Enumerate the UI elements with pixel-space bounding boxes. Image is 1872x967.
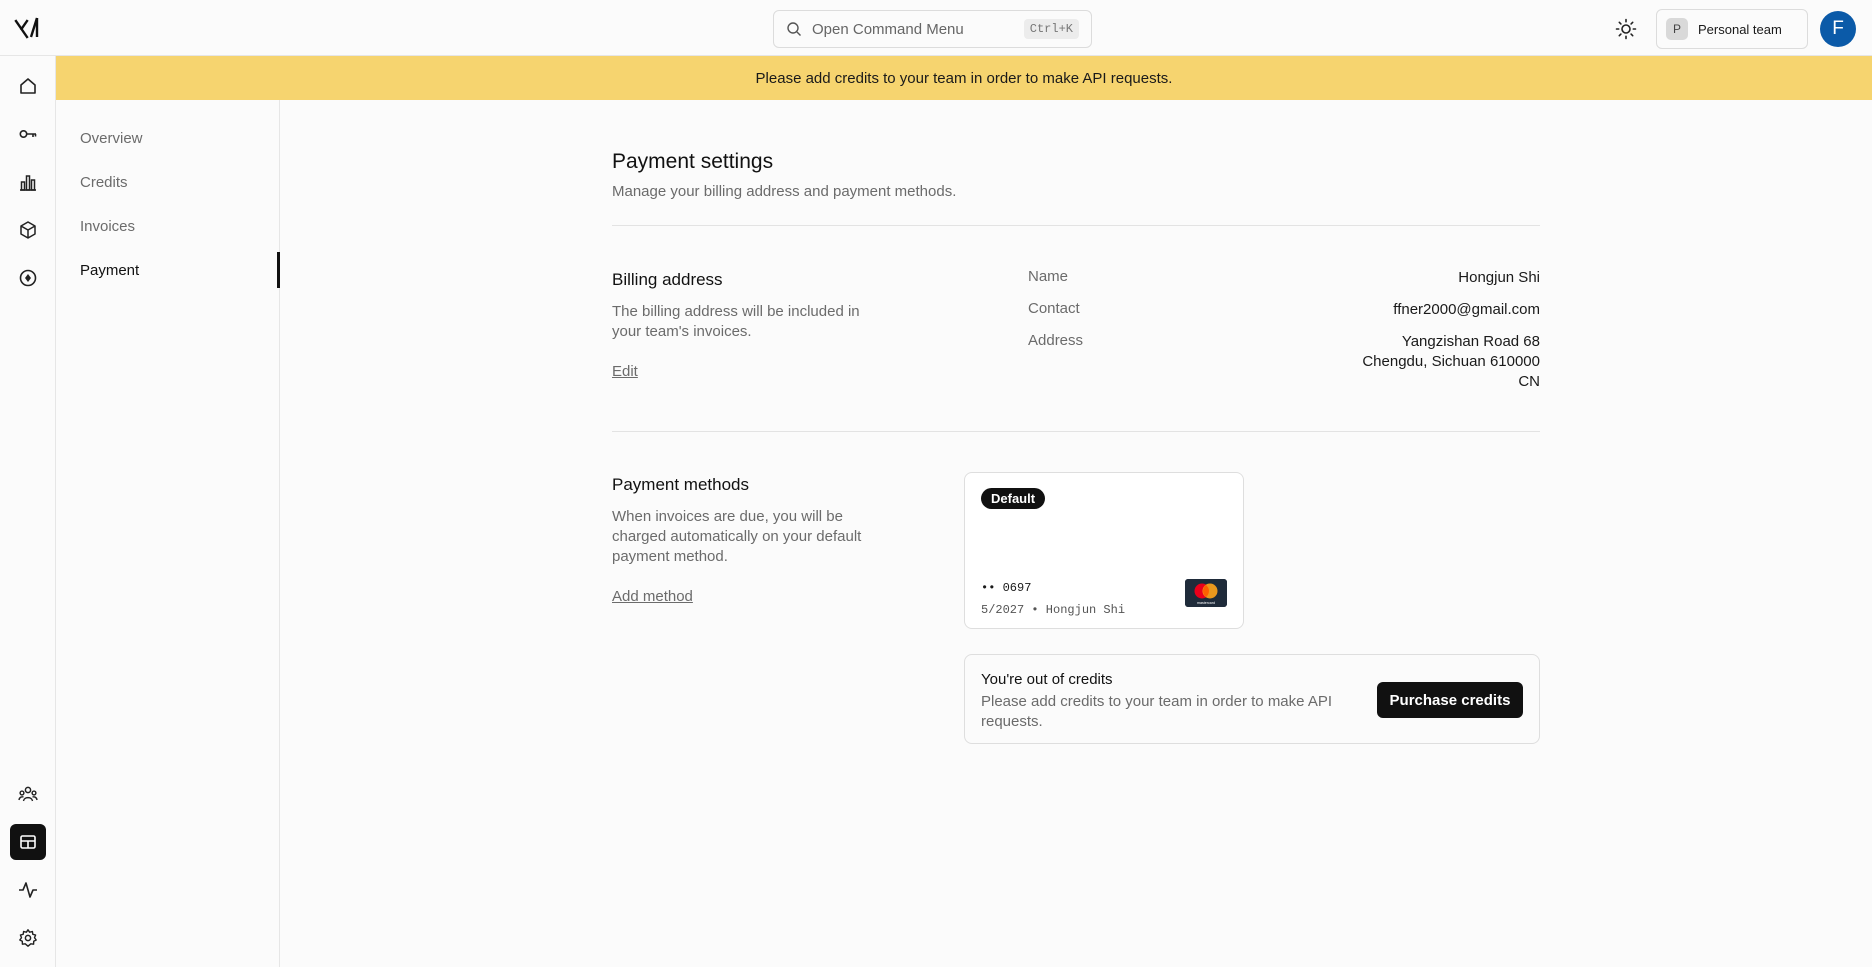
alert-description: Please add credits to your team in order… [981, 693, 1333, 730]
contact-label: Contact [1028, 300, 1080, 317]
subnav-item-credits[interactable]: Credits [80, 174, 128, 191]
address-label: Address [1028, 332, 1084, 349]
edit-billing-link[interactable]: Edit [612, 363, 638, 380]
address-line: Yangzishan Road 68 [1401, 333, 1540, 350]
team-label: Personal team [1698, 21, 1782, 37]
icon-rail [0, 56, 56, 967]
out-of-credits-alert: You're out of credits Please add credits… [964, 654, 1540, 744]
name-value: Hongjun Shi [1458, 269, 1540, 286]
compass-icon[interactable] [10, 260, 46, 296]
divider [612, 225, 1540, 226]
address-line: Chengdu, Sichuan 610000 [1362, 353, 1540, 370]
alert-title: You're out of credits [981, 671, 1113, 688]
name-label: Name [1028, 268, 1069, 285]
subnav-item-overview[interactable]: Overview [80, 130, 143, 147]
team-avatar: P [1666, 18, 1688, 40]
team-icon[interactable] [10, 776, 46, 812]
cube-icon[interactable] [10, 212, 46, 248]
team-switcher[interactable]: P Personal team [1656, 9, 1808, 49]
default-badge: Default [981, 488, 1046, 509]
top-bar: Open Command Menu Ctrl+K P Personal team… [0, 0, 1872, 56]
billing-address-description: The billing address will be included in … [612, 303, 860, 340]
subnav-item-invoices[interactable]: Invoices [80, 218, 135, 235]
activity-icon[interactable] [10, 872, 46, 908]
card-number: •• 0697 [981, 581, 1032, 595]
page-subtitle: Manage your billing address and payment … [612, 183, 957, 200]
search-icon [787, 22, 801, 36]
command-menu-search[interactable]: Open Command Menu Ctrl+K [773, 10, 1092, 48]
address-line: CN [1518, 373, 1540, 390]
bar-chart-icon[interactable] [10, 164, 46, 200]
divider [612, 431, 1540, 432]
address-value: Yangzishan Road 68 Chengdu, Sichuan 6100… [1362, 332, 1540, 392]
payment-methods-title: Payment methods [612, 475, 750, 494]
card-expiry-holder: 5/2027 • Hongjun Shi [981, 603, 1126, 617]
payment-card[interactable]: Default •• 0697 5/2027 • Hongjun Shi mas… [964, 472, 1244, 629]
credits-warning-banner: Please add credits to your team in order… [56, 56, 1872, 100]
contact-value: ffner2000@gmail.com [1393, 301, 1540, 318]
subnav-active-indicator [277, 252, 280, 288]
command-menu-placeholder: Open Command Menu [812, 20, 964, 38]
user-avatar[interactable]: F [1820, 11, 1856, 47]
settings-icon[interactable] [10, 920, 46, 956]
purchase-credits-button[interactable]: Purchase credits [1377, 682, 1523, 718]
key-icon[interactable] [10, 116, 46, 152]
add-method-link[interactable]: Add method [612, 588, 693, 605]
subnav-item-payment[interactable]: Payment [80, 262, 139, 279]
banner-text: Please add credits to your team in order… [755, 69, 1173, 87]
billing-subnav: Overview Credits Invoices Payment [56, 100, 280, 967]
mastercard-icon: mastercard [1185, 579, 1227, 607]
mastercard-text: mastercard [1197, 601, 1215, 605]
billing-icon[interactable] [10, 824, 46, 860]
home-icon[interactable] [10, 68, 46, 104]
xai-logo-icon[interactable] [14, 14, 42, 42]
page-title: Payment settings [612, 150, 774, 173]
command-shortcut-badge: Ctrl+K [1023, 19, 1079, 39]
payment-methods-description: When invoices are due, you will be charg… [612, 508, 862, 565]
sun-icon[interactable] [1614, 17, 1638, 41]
billing-address-title: Billing address [612, 270, 723, 289]
